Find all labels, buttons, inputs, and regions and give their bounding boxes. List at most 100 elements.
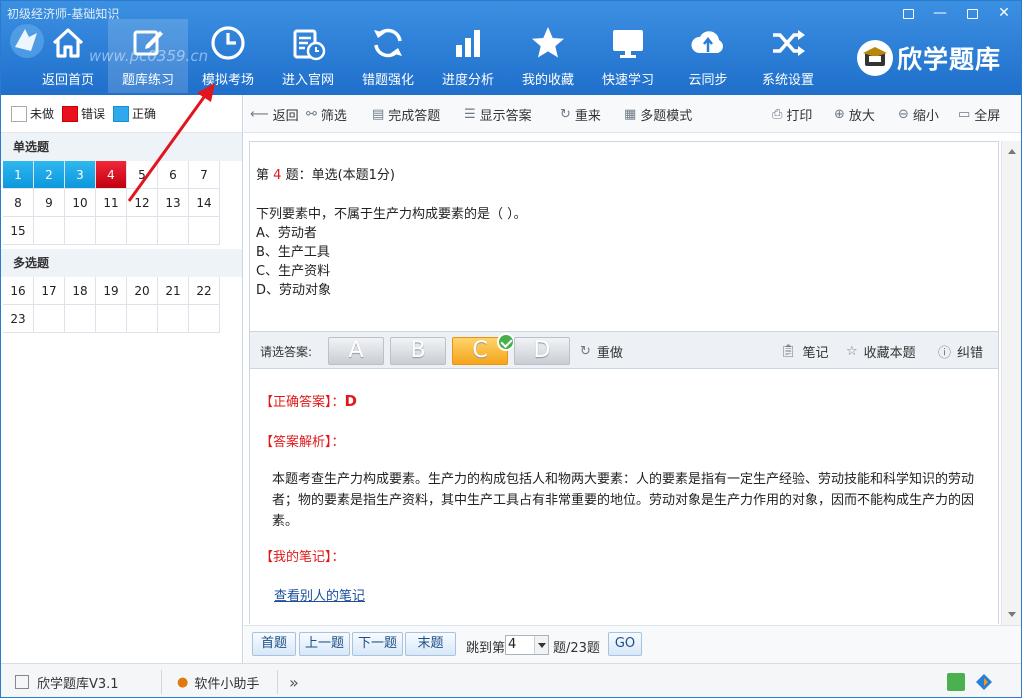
nav-quick-learn-label: 快速学习 — [601, 73, 654, 88]
scroll-down-icon[interactable] — [1008, 612, 1016, 617]
nav-quick-learn[interactable]: 快速学习 — [588, 19, 668, 93]
status-helper[interactable]: ● 软件小助手 — [177, 664, 259, 697]
fullscreen-icon: ▭ — [958, 106, 971, 122]
question-cell-10[interactable]: 10 — [65, 189, 96, 217]
status-app[interactable]: 欣学题库V3.1 — [15, 664, 119, 697]
tray-logo-icon[interactable] — [975, 664, 993, 697]
question-cell-1[interactable]: 1 — [3, 161, 34, 189]
question-cell-11[interactable]: 11 — [96, 189, 127, 217]
question-cell-19[interactable]: 19 — [96, 277, 127, 305]
go-button[interactable]: GO — [608, 632, 642, 656]
answer-a-button[interactable]: A — [328, 337, 384, 365]
status-bar: 欣学题库V3.1 ● 软件小助手 » — [1, 663, 1021, 697]
show-answer-button[interactable]: ☰ 显示答案 — [464, 95, 532, 133]
question-cell-15[interactable]: 15 — [3, 217, 34, 245]
last-button[interactable]: 末题 — [405, 632, 456, 656]
first-button[interactable]: 首题 — [252, 632, 296, 656]
top-toolbar: 初级经济师-基础知识 — ✕ www.pc0359.cn 返回首页 题库练习 模… — [1, 1, 1021, 95]
question-header: 第 4 题：单选(本题1分) — [256, 164, 992, 183]
skin-button[interactable] — [897, 3, 919, 23]
answer-c-button[interactable]: C — [452, 333, 515, 365]
question-panel: 第 4 题：单选(本题1分) 下列要素中，不属于生产力构成要素的是（ ）。 A、… — [249, 141, 999, 331]
chevron-down-icon[interactable] — [534, 636, 548, 654]
vertical-scrollbar[interactable] — [1001, 141, 1021, 625]
question-cell-17[interactable]: 17 — [34, 277, 65, 305]
question-prefix: 第 — [256, 168, 270, 183]
question-cell-3[interactable]: 3 — [65, 161, 96, 189]
question-cell-22[interactable]: 22 — [189, 277, 220, 305]
question-number: 4 — [273, 168, 282, 183]
question-cell-23[interactable]: 23 — [3, 305, 34, 333]
nav-cloud-sync-label: 云同步 — [688, 73, 728, 88]
maximize-button[interactable] — [961, 3, 983, 23]
empty-cell — [127, 217, 158, 245]
nav-mock-exam-label: 模拟考场 — [201, 73, 254, 88]
question-cell-14[interactable]: 14 — [189, 189, 220, 217]
note-button[interactable]: 📋︎ 笔记 — [780, 332, 829, 370]
question-cell-4[interactable]: 4 — [96, 161, 127, 189]
scroll-up-icon[interactable] — [1008, 149, 1016, 154]
report-error-button[interactable]: ⓘ 纠错 — [938, 332, 983, 370]
empty-cell — [189, 217, 220, 245]
jump-prefix: 跳到第 — [466, 641, 506, 656]
option-c: C、生产资料 — [256, 264, 331, 279]
nav-practice-label: 题库练习 — [121, 73, 174, 88]
nav-progress[interactable]: 进度分析 — [428, 19, 508, 93]
question-cell-12[interactable]: 12 — [127, 189, 158, 217]
question-cell-16[interactable]: 16 — [3, 277, 34, 305]
clock-icon — [211, 26, 245, 60]
chart-tray-icon[interactable] — [947, 664, 965, 697]
question-cell-5[interactable]: 5 — [127, 161, 158, 189]
question-navigator: 未做 错误 正确 单选题 1 2 3 4 5 6 7 8 9 10 11 12 13 14 15 多选题 1… — [1, 95, 243, 663]
empty-cell — [127, 305, 158, 333]
close-button[interactable]: ✕ — [993, 3, 1015, 23]
question-cell-18[interactable]: 18 — [65, 277, 96, 305]
pager: 首题 上一题 下一题 末题 跳到第 4 题/23题 GO — [244, 625, 1021, 663]
question-cell-20[interactable]: 20 — [127, 277, 158, 305]
nav-home[interactable]: 返回首页 — [28, 19, 108, 93]
answer-b-button[interactable]: B — [390, 337, 446, 365]
favorite-button[interactable]: ☆ 收藏本题 — [846, 332, 916, 370]
helper-icon: ● — [177, 674, 189, 690]
question-cell-2[interactable]: 2 — [34, 161, 65, 189]
redo-button[interactable]: ↻ 重做 — [580, 332, 623, 370]
grid-icon: ▦ — [624, 106, 637, 122]
question-cell-13[interactable]: 13 — [158, 189, 189, 217]
edit-icon — [133, 30, 163, 56]
others-notes-link[interactable]: 查看别人的笔记 — [274, 585, 365, 604]
prev-button[interactable]: 上一题 — [299, 632, 350, 656]
nav-progress-label: 进度分析 — [441, 73, 494, 88]
question-cell-8[interactable]: 8 — [3, 189, 34, 217]
minimize-button[interactable]: — — [929, 3, 951, 23]
answer-bar: 请选答案: A B C D ↻ 重做 📋︎ 笔记 ☆ 收藏本题 ⓘ 纠错 — [249, 331, 999, 369]
zoom-out-button[interactable]: ⊖ 缩小 — [898, 95, 939, 133]
status-more[interactable]: » — [289, 664, 299, 697]
answer-d-button[interactable]: D — [514, 337, 570, 365]
finish-button[interactable]: ▤ 完成答题 — [372, 95, 440, 133]
print-button[interactable]: ⎙ 打印 — [772, 95, 812, 133]
zoom-in-button[interactable]: ⊕ 放大 — [834, 95, 875, 133]
refresh-icon: ↻ — [580, 343, 591, 359]
question-cell-6[interactable]: 6 — [158, 161, 189, 189]
jump-select[interactable]: 4 — [505, 635, 549, 655]
nav-favorites[interactable]: 我的收藏 — [508, 19, 588, 93]
question-cell-21[interactable]: 21 — [158, 277, 189, 305]
nav-mock-exam[interactable]: 模拟考场 — [188, 19, 268, 93]
filter-button[interactable]: ⚯ 筛选 — [306, 95, 347, 133]
next-button[interactable]: 下一题 — [352, 632, 403, 656]
restart-button[interactable]: ↻ 重来 — [560, 95, 601, 133]
nav-practice[interactable]: 题库练习 — [108, 19, 188, 93]
back-button[interactable]: ⟵ 返回 — [250, 95, 299, 133]
nav-settings[interactable]: 系统设置 — [748, 19, 828, 93]
fullscreen-button[interactable]: ▭ 全屏 — [958, 95, 1000, 133]
nav-website[interactable]: 进入官网 — [268, 19, 348, 93]
question-cell-9[interactable]: 9 — [34, 189, 65, 217]
document-icon: ▤ — [372, 106, 385, 122]
answer-label: 请选答案: — [260, 345, 313, 359]
multi-mode-button[interactable]: ▦ 多题模式 — [624, 95, 692, 133]
nav-cloud-sync[interactable]: 云同步 — [668, 19, 748, 93]
nav-wrong-review[interactable]: 错题强化 — [348, 19, 428, 93]
shuffle-icon — [773, 30, 805, 56]
answer-content: 【正确答案】：D 【答案解析】： 本题考查生产力构成要素。生产力的构成包括人和物… — [249, 369, 999, 624]
question-cell-7[interactable]: 7 — [189, 161, 220, 189]
